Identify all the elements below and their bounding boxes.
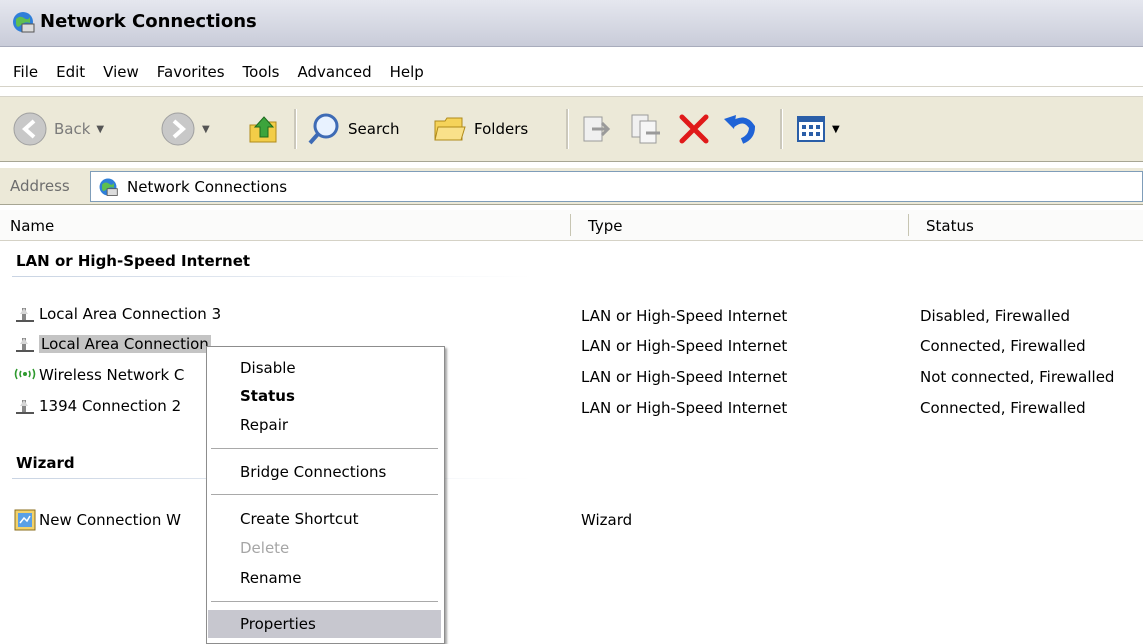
list-item[interactable]: 1394 Connection 2 LAN or High-Speed Inte… — [0, 395, 1143, 421]
menu-view[interactable]: View — [94, 63, 148, 81]
menu-separator — [211, 494, 438, 496]
column-header: Name Type Status — [0, 210, 1143, 241]
connection-type: Wizard — [581, 511, 633, 529]
column-status[interactable]: Status — [926, 217, 974, 235]
menu-favorites[interactable]: Favorites — [148, 63, 234, 81]
forward-arrow-icon — [161, 112, 195, 146]
connection-status: Not connected, Firewalled — [920, 368, 1115, 386]
column-name[interactable]: Name — [10, 217, 54, 235]
connection-name: New Connection W — [39, 511, 181, 529]
undo-icon — [724, 115, 756, 144]
connection-type: LAN or High-Speed Internet — [581, 399, 788, 417]
menu-item-create-shortcut[interactable]: Create Shortcut — [208, 505, 441, 533]
connection-type: LAN or High-Speed Internet — [581, 307, 788, 325]
back-arrow-icon — [13, 112, 47, 146]
menu-item-label: Create Shortcut — [240, 510, 359, 528]
address-bar: Address Network Connections — [0, 168, 1143, 205]
menu-item-label: Bridge Connections — [240, 463, 387, 481]
menu-item-rename[interactable]: Rename — [208, 564, 441, 592]
menu-item-properties[interactable]: Properties — [208, 610, 441, 638]
connection-status: Disabled, Firewalled — [920, 307, 1071, 325]
chevron-down-icon[interactable]: ▼ — [832, 124, 840, 135]
toolbar: Back ▼ ▼ Search Folders ▼ — [0, 96, 1143, 162]
connection-type: LAN or High-Speed Internet — [581, 337, 788, 355]
search-button[interactable]: Search — [306, 111, 400, 147]
views-grid-icon — [797, 116, 825, 142]
folders-icon — [434, 117, 466, 141]
menu-edit[interactable]: Edit — [47, 63, 94, 81]
menu-item-label: Rename — [240, 569, 302, 587]
address-value: Network Connections — [127, 177, 288, 196]
network-connections-icon — [13, 12, 35, 33]
chevron-down-icon[interactable]: ▼ — [202, 124, 210, 135]
menu-advanced[interactable]: Advanced — [289, 63, 381, 81]
connection-type: LAN or High-Speed Internet — [581, 368, 788, 386]
forward-button[interactable]: ▼ — [160, 111, 210, 147]
connection-name: Local Area Connection 3 — [39, 305, 222, 323]
toolbar-separator — [294, 109, 297, 149]
window-title: Network Connections — [40, 11, 257, 32]
toolbar-separator — [566, 109, 569, 149]
search-icon — [308, 113, 339, 145]
folders-label: Folders — [474, 120, 529, 138]
group-divider — [12, 276, 532, 277]
menu-item-label: Properties — [240, 615, 316, 633]
menu-item-status[interactable]: Status — [208, 382, 441, 410]
menu-separator — [211, 448, 438, 450]
lan-connection-icon — [16, 308, 34, 322]
menu-bar: File Edit View Favorites Tools Advanced … — [0, 57, 1143, 87]
column-divider[interactable] — [908, 214, 909, 236]
connection-name: Wireless Network C — [39, 366, 185, 384]
undo-button[interactable] — [722, 111, 758, 147]
address-input[interactable]: Network Connections — [90, 171, 1143, 202]
menu-item-label: Status — [240, 387, 295, 405]
back-button[interactable]: Back ▼ — [12, 111, 104, 147]
menu-item-bridge-connections[interactable]: Bridge Connections — [208, 458, 441, 486]
title-bar: Network Connections — [0, 0, 1143, 47]
move-to-icon — [583, 116, 611, 142]
new-connection-wizard-icon — [14, 509, 36, 531]
up-folder-icon — [249, 116, 277, 143]
menu-help[interactable]: Help — [381, 63, 433, 81]
connection-status: Connected, Firewalled — [920, 337, 1086, 355]
menu-item-repair[interactable]: Repair — [208, 411, 441, 439]
group-header-lan: LAN or High-Speed Internet — [16, 252, 251, 270]
menu-item-disable[interactable]: Disable — [208, 354, 441, 382]
address-label: Address — [10, 177, 70, 195]
menu-file[interactable]: File — [4, 63, 47, 81]
lan-connection-icon — [16, 400, 34, 414]
column-type[interactable]: Type — [588, 217, 622, 235]
menu-item-delete: Delete — [208, 534, 441, 562]
wireless-signal-icon — [14, 368, 36, 380]
column-divider[interactable] — [570, 214, 571, 236]
group-header-wizard: Wizard — [16, 454, 75, 472]
menu-item-label: Disable — [240, 359, 296, 377]
back-label: Back — [54, 120, 91, 138]
lan-connection-icon — [16, 338, 34, 352]
delete-button[interactable] — [676, 111, 712, 147]
connection-status: Connected, Firewalled — [920, 399, 1086, 417]
network-connections-icon — [99, 178, 118, 196]
copy-to-icon — [631, 114, 660, 144]
copy-to-button[interactable] — [628, 111, 664, 147]
list-item[interactable]: New Connection W Wizard — [0, 507, 1143, 533]
menu-tools[interactable]: Tools — [234, 63, 289, 81]
move-to-button[interactable] — [578, 111, 614, 147]
menu-separator — [211, 601, 438, 603]
chevron-down-icon[interactable]: ▼ — [96, 124, 104, 135]
up-folder-button[interactable] — [246, 111, 282, 147]
folders-button[interactable]: Folders — [432, 111, 528, 147]
list-item[interactable]: Wireless Network C LAN or High-Speed Int… — [0, 364, 1143, 390]
delete-x-icon — [679, 114, 709, 144]
connection-name: Local Area Connection — [39, 335, 211, 353]
connection-name: 1394 Connection 2 — [39, 397, 182, 415]
list-item[interactable]: Local Area Connection 3 LAN or High-Spee… — [0, 303, 1143, 329]
menu-item-label: Repair — [240, 416, 289, 434]
toolbar-separator — [780, 109, 783, 149]
search-label: Search — [348, 120, 400, 138]
list-item[interactable]: Local Area Connection LAN or High-Speed … — [0, 333, 1143, 359]
menu-item-label: Delete — [240, 539, 290, 557]
context-menu: Disable Status Repair Bridge Connections… — [206, 346, 445, 644]
views-button[interactable]: ▼ — [794, 111, 840, 147]
